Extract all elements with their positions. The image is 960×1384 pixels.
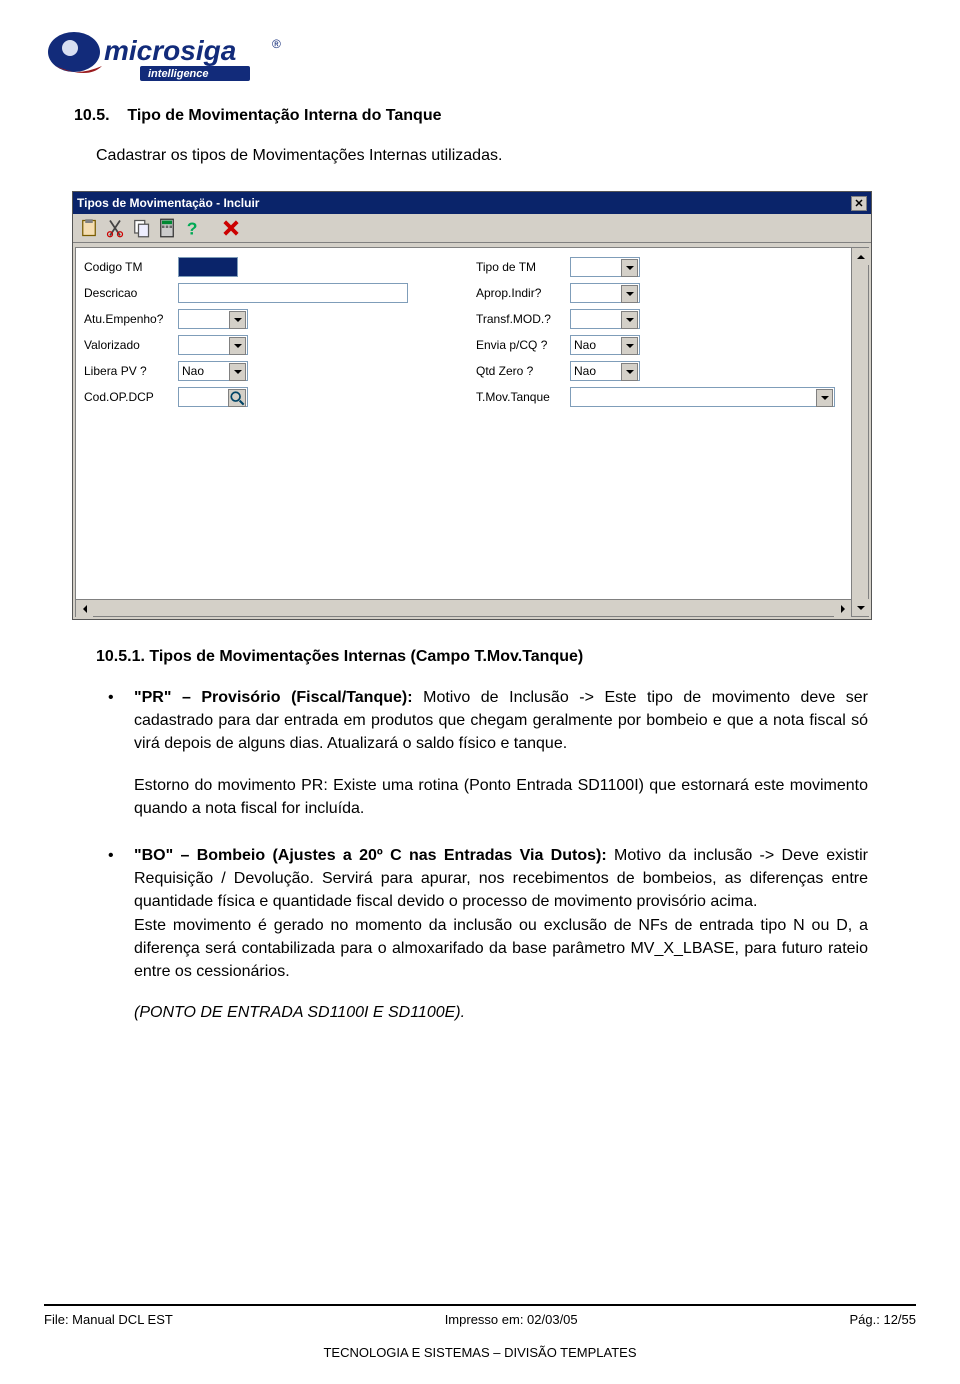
select-t-mov-tanque[interactable] [570,387,835,407]
help-icon[interactable]: ? [183,218,203,238]
label-envia-cq: Envia p/CQ ? [472,338,570,352]
form-row: Codigo TM Tipo de TM [80,254,864,280]
form-row: Atu.Empenho? Transf.MOD.? [80,306,864,332]
label-descricao: Descricao [80,286,178,300]
value-libera-pv: Nao [182,364,204,378]
horizontal-scrollbar[interactable] [76,599,851,616]
chevron-down-icon [229,311,246,329]
form-row: Valorizado Envia p/CQ ? Nao [80,332,864,358]
page: microsiga intelligence ® 10.5. Tipo de M… [0,0,960,1384]
value-envia-cq: Nao [574,338,596,352]
page-footer: File: Manual DCL EST Impresso em: 02/03/… [44,1304,916,1360]
select-tipo-tm[interactable] [570,257,640,277]
form-row: Descricao Aprop.Indir? [80,280,864,306]
chevron-down-icon [621,363,638,381]
value-qtd-zero: Nao [574,364,596,378]
svg-text:microsiga: microsiga [104,35,236,66]
vertical-scrollbar[interactable] [851,248,868,616]
window-close-button[interactable]: ✕ [851,196,867,211]
input-cod-op-dcp[interactable] [178,387,248,407]
scroll-right-icon[interactable] [834,600,851,617]
calc-icon[interactable] [157,218,177,238]
label-atu-empenho: Atu.Empenho? [80,312,178,326]
search-icon[interactable] [228,389,246,407]
section-number: 10.5. [74,107,110,124]
list-item: "PR" – Provisório (Fiscal/Tanque): Motiv… [96,686,868,820]
window-title: Tipos de Movimentaçäo - Incluir [77,196,259,210]
select-qtd-zero[interactable]: Nao [570,361,640,381]
chevron-down-icon [621,259,638,277]
section-heading: 10.5. Tipo de Movimentação Interna do Ta… [74,107,916,125]
select-transf-mod[interactable] [570,309,640,329]
svg-text:intelligence: intelligence [148,68,209,80]
chevron-down-icon [229,363,246,381]
subsection-heading: 10.5.1. Tipos de Movimentações Internas … [96,648,916,666]
select-valorizado[interactable] [178,335,248,355]
bullet-lead: "PR" – Provisório (Fiscal/Tanque): [134,689,423,706]
chevron-down-icon [621,311,638,329]
svg-text:?: ? [187,218,198,238]
footer-dept: TECNOLOGIA E SISTEMAS – DIVISÃO TEMPLATE… [44,1345,916,1360]
label-qtd-zero: Qtd Zero ? [472,364,570,378]
scroll-left-icon[interactable] [76,600,93,617]
form-panel: Codigo TM Tipo de TM Descricao Aprop.I [75,247,869,617]
label-t-mov-tanque: T.Mov.Tanque [472,390,570,404]
chevron-down-icon [621,285,638,303]
window-toolbar: ? [73,214,871,243]
label-aprop-indir: Aprop.Indir? [472,286,570,300]
chevron-down-icon [229,337,246,355]
chevron-down-icon [621,337,638,355]
bullet-extra2: Este movimento é gerado no momento da in… [134,917,868,980]
select-aprop-indir[interactable] [570,283,640,303]
cut-icon[interactable] [105,218,125,238]
bullet-extra: Estorno do movimento PR: Existe uma roti… [134,774,868,820]
label-transf-mod: Transf.MOD.? [472,312,570,326]
copy-icon[interactable] [131,218,151,238]
list-item: "BO" – Bombeio (Ajustes a 20º C nas Entr… [96,844,868,1024]
select-envia-cq[interactable]: Nao [570,335,640,355]
bullet-note: (PONTO DE ENTRADA SD1100I E SD1100E). [134,1001,868,1024]
label-tipo-tm: Tipo de TM [472,260,570,274]
logo-icon: microsiga intelligence ® [44,28,304,91]
form-row: Cod.OP.DCP T.Mov.Tanque [80,384,864,410]
window-titlebar: Tipos de Movimentaçäo - Incluir ✕ [73,192,871,214]
company-logo: microsiga intelligence ® [44,28,916,91]
svg-text:®: ® [272,37,281,51]
cancel-icon[interactable] [221,218,241,238]
label-cod-op-dcp: Cod.OP.DCP [80,390,178,404]
scroll-down-icon[interactable] [852,599,869,616]
footer-printed: Impresso em: 02/03/05 [445,1312,578,1327]
form-row: Libera PV ? Nao Qtd Zero ? Nao [80,358,864,384]
close-icon: ✕ [854,197,863,210]
bullet-lead: "BO" – Bombeio (Ajustes a 20º C nas Entr… [134,847,614,864]
bullet-list: "PR" – Provisório (Fiscal/Tanque): Motiv… [96,686,868,1024]
select-atu-empenho[interactable] [178,309,248,329]
section-intro: Cadastrar os tipos de Movimentações Inte… [96,147,864,165]
label-valorizado: Valorizado [80,338,178,352]
scroll-up-icon[interactable] [852,248,869,265]
label-libera-pv: Libera PV ? [80,364,178,378]
app-window: Tipos de Movimentaçäo - Incluir ✕ ? Codi… [72,191,872,620]
input-codigo-tm[interactable] [178,257,238,277]
footer-rule [44,1304,916,1306]
footer-page: Pág.: 12/55 [850,1312,917,1327]
paste-icon[interactable] [79,218,99,238]
select-libera-pv[interactable]: Nao [178,361,248,381]
chevron-down-icon [816,389,833,407]
section-title: Tipo de Movimentação Interna do Tanque [127,107,441,124]
input-descricao[interactable] [178,283,408,303]
label-codigo-tm: Codigo TM [80,260,178,274]
footer-file: File: Manual DCL EST [44,1312,173,1327]
